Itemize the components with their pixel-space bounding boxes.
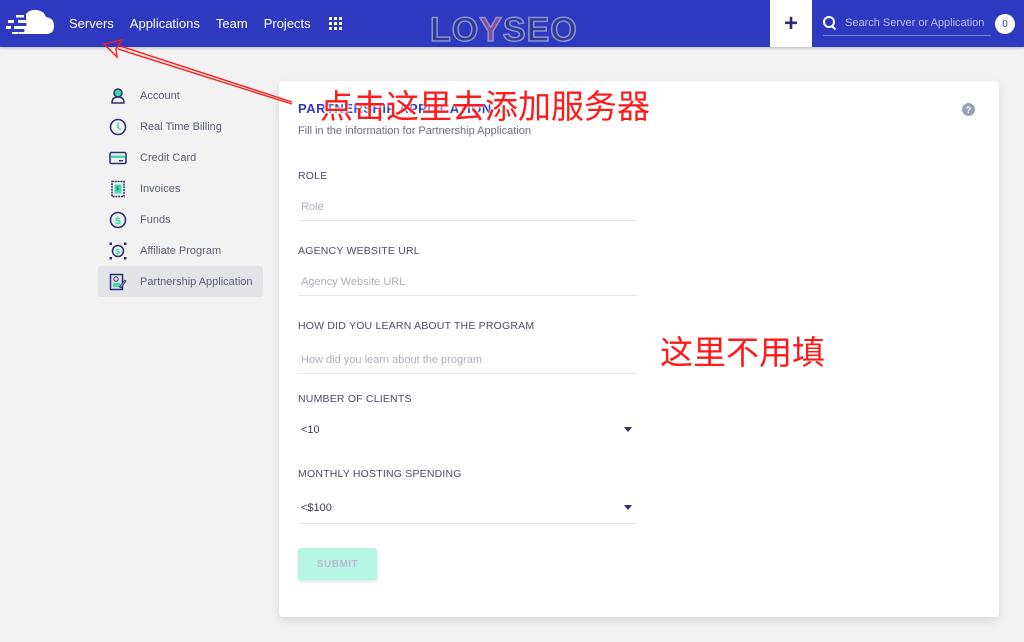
nav-applications[interactable]: Applications xyxy=(130,16,200,31)
watermark-text-mid: Y xyxy=(478,11,503,49)
clock-icon xyxy=(109,118,127,135)
role-label: ROLE xyxy=(298,170,328,182)
learn-about-input-wrapper xyxy=(298,346,637,374)
sidebar-item-label: Account xyxy=(140,89,180,102)
sidebar-item-label: Real Time Billing xyxy=(140,120,222,133)
nav-team[interactable]: Team xyxy=(216,16,248,31)
role-input-wrapper xyxy=(298,193,637,221)
monthly-hosting-spending-select[interactable]: <$100 xyxy=(298,492,637,524)
submit-button[interactable]: SUBMIT xyxy=(298,548,377,580)
certificate-icon xyxy=(109,273,127,290)
partnership-form-card: PARTNERSHIP APPLICATION Fill in the info… xyxy=(279,81,999,617)
svg-text:$: $ xyxy=(116,186,119,192)
main-nav: Servers Applications Team Projects xyxy=(69,0,327,47)
sidebar-item-credit-card[interactable]: Credit Card xyxy=(98,142,263,173)
sidebar-item-label: Invoices xyxy=(140,182,181,195)
credit-card-icon xyxy=(109,151,127,164)
sidebar-item-partnership-application[interactable]: Partnership Application xyxy=(98,266,263,297)
watermark-logo: LOYSEO xyxy=(429,11,578,49)
role-field: ROLE xyxy=(298,170,637,221)
affiliate-icon: $ xyxy=(109,242,127,259)
search-icon xyxy=(823,15,837,30)
sidebar-item-account[interactable]: Account xyxy=(98,80,263,111)
monthly-hosting-spending-value: <$100 xyxy=(301,501,332,514)
agency-website-input[interactable] xyxy=(301,275,637,288)
account-sidebar: Account Real Time Billing Credit Card $ … xyxy=(98,80,263,297)
sidebar-item-label: Affiliate Program xyxy=(140,244,222,257)
sidebar-item-affiliate-program[interactable]: $ Affiliate Program xyxy=(98,235,263,266)
search-bar xyxy=(823,10,991,36)
plus-icon: + xyxy=(783,9,798,37)
number-of-clients-label: NUMBER OF CLIENTS xyxy=(298,393,412,405)
sidebar-item-label: Funds xyxy=(140,213,171,226)
sidebar-item-label: Partnership Application xyxy=(140,275,253,288)
svg-text:$: $ xyxy=(115,247,120,256)
learn-about-input[interactable] xyxy=(301,353,637,366)
chevron-down-icon xyxy=(624,505,632,510)
top-navbar: Servers Applications Team Projects LOYSE… xyxy=(0,0,1024,49)
watermark-text-post: SEO xyxy=(502,11,578,49)
watermark-text-pre: LO xyxy=(429,11,480,49)
number-of-clients-select[interactable]: <10 xyxy=(298,417,637,443)
number-of-clients-field: NUMBER OF CLIENTS <10 xyxy=(298,393,637,443)
learn-about-field: HOW DID YOU LEARN ABOUT THE PROGRAM xyxy=(298,320,637,374)
cloud-logo-icon[interactable] xyxy=(4,8,56,38)
notification-badge[interactable]: 0 xyxy=(995,14,1015,34)
monthly-hosting-spending-label: MONTHLY HOSTING SPENDING xyxy=(298,468,462,480)
monthly-hosting-spending-field: MONTHLY HOSTING SPENDING <$100 xyxy=(298,468,637,524)
nav-servers[interactable]: Servers xyxy=(69,16,114,31)
user-icon xyxy=(111,87,125,104)
nav-projects[interactable]: Projects xyxy=(264,16,311,31)
agency-website-field: AGENCY WEBSITE URL xyxy=(298,245,637,296)
sidebar-item-funds[interactable]: $ Funds xyxy=(98,204,263,235)
svg-text:$: $ xyxy=(115,216,122,227)
learn-about-label: HOW DID YOU LEARN ABOUT THE PROGRAM xyxy=(298,320,535,332)
help-icon[interactable]: ? xyxy=(962,103,975,116)
add-server-button[interactable]: + xyxy=(770,0,812,47)
agency-website-label: AGENCY WEBSITE URL xyxy=(298,245,420,257)
chevron-down-icon xyxy=(624,427,632,432)
apps-grid-icon[interactable] xyxy=(329,17,342,30)
annotation-no-need-fill: 这里不用填 xyxy=(660,333,825,372)
search-input[interactable] xyxy=(845,16,990,29)
dollar-icon: $ xyxy=(109,211,127,228)
invoice-icon: $ xyxy=(111,180,125,197)
sidebar-item-real-time-billing[interactable]: Real Time Billing xyxy=(98,111,263,142)
annotation-click-here: 点击这里去添加服务器 xyxy=(320,87,650,126)
sidebar-item-label: Credit Card xyxy=(140,151,197,164)
number-of-clients-value: <10 xyxy=(301,423,320,436)
role-input[interactable] xyxy=(301,200,637,213)
sidebar-item-invoices[interactable]: $ Invoices xyxy=(98,173,263,204)
agency-website-input-wrapper xyxy=(298,268,637,296)
